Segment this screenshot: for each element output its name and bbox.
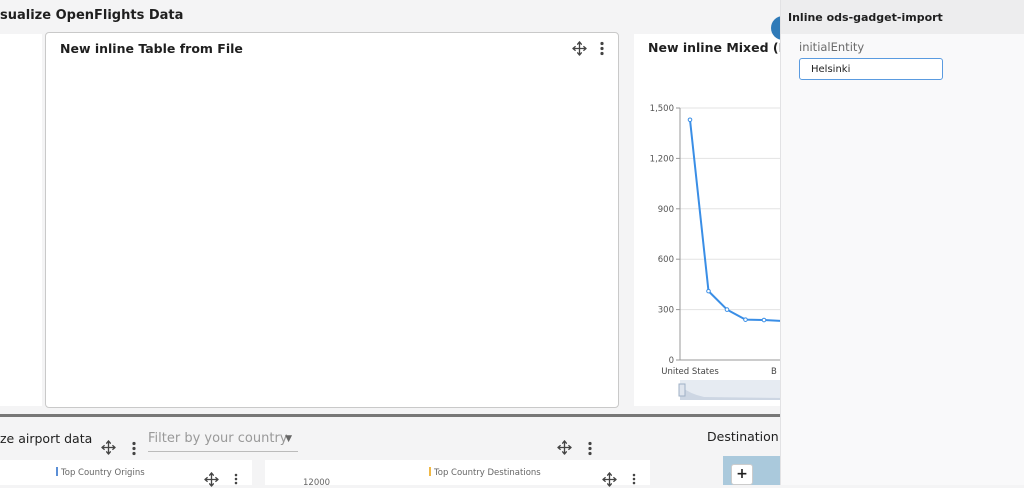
destinations-legend: Top Country Destinations: [429, 467, 541, 478]
chevron-down-icon: ▼: [285, 434, 292, 444]
more-vertical-icon[interactable]: [233, 473, 239, 485]
panel-title: Inline ods-gadget-import: [788, 11, 943, 24]
more-vertical-icon[interactable]: [599, 41, 605, 56]
chart-ytick-label: 300: [658, 306, 674, 316]
page-title: sualize OpenFlights Data: [0, 8, 184, 23]
chart-point: [687, 117, 693, 123]
destination-widget-title: Destination a: [707, 429, 791, 444]
airport-data-title: ze airport data: [0, 431, 93, 446]
country-filter-placeholder: Filter by your country: [148, 431, 288, 446]
move-icon[interactable]: [101, 440, 116, 455]
destinations-chart-widget[interactable]: Top Country Destinations 12000: [265, 460, 650, 488]
move-icon[interactable]: [572, 41, 587, 56]
origins-chart-widget[interactable]: Top Country Origins: [0, 460, 252, 487]
chart-ytick-label: 1,500: [650, 104, 674, 114]
chart-ytick-label: 600: [658, 255, 674, 265]
chart-series-line: [689, 119, 784, 323]
properties-panel: Inline ods-gadget-import initialEntity: [780, 0, 1024, 485]
chart-ytick-label: 0: [669, 356, 674, 366]
data-zoom-handle[interactable]: [678, 383, 686, 397]
more-vertical-icon[interactable]: [631, 473, 637, 485]
table-widget-title: New inline Table from File: [60, 41, 243, 56]
chart-xtick-label: United States: [661, 367, 719, 377]
country-filter-select[interactable]: Filter by your country ▼: [148, 431, 298, 452]
chart-data-zoom[interactable]: [678, 380, 784, 400]
map-zoom-in-button[interactable]: +: [731, 464, 753, 485]
line-chart: 0 300 600 900 1,200 1,500 United States B: [650, 104, 784, 400]
destinations-axis-value: 12000: [303, 478, 331, 488]
origins-legend-label: Top Country Origins: [61, 468, 145, 478]
destinations-legend-label: Top Country Destinations: [434, 468, 541, 478]
chart-point: [706, 288, 711, 294]
initial-entity-label: initialEntity: [799, 40, 865, 54]
move-icon[interactable]: [557, 440, 572, 455]
chart-point: [743, 317, 748, 322]
more-vertical-icon[interactable]: [587, 441, 593, 456]
destinations-legend-swatch: [429, 467, 431, 476]
chart-point: [761, 317, 767, 323]
chart-ytick-label: 1,200: [650, 154, 674, 164]
mixed-chart-widget[interactable]: New inline Mixed (ECI 0 300 600 900 1,200 1,5…: [634, 34, 801, 406]
origins-legend: Top Country Origins: [56, 467, 145, 478]
table-widget[interactable]: New inline Table from File: [45, 32, 619, 408]
origins-legend-swatch: [56, 467, 58, 476]
initial-entity-input[interactable]: [799, 58, 943, 80]
row-divider: [0, 414, 780, 417]
chart-ytick-label: 900: [658, 205, 674, 215]
panel-header: Inline ods-gadget-import: [781, 0, 1024, 34]
chart-point: [724, 307, 730, 312]
left-widget-edge: [0, 34, 42, 406]
more-vertical-icon[interactable]: [131, 441, 137, 456]
chart-xtick-label: B: [771, 367, 777, 377]
